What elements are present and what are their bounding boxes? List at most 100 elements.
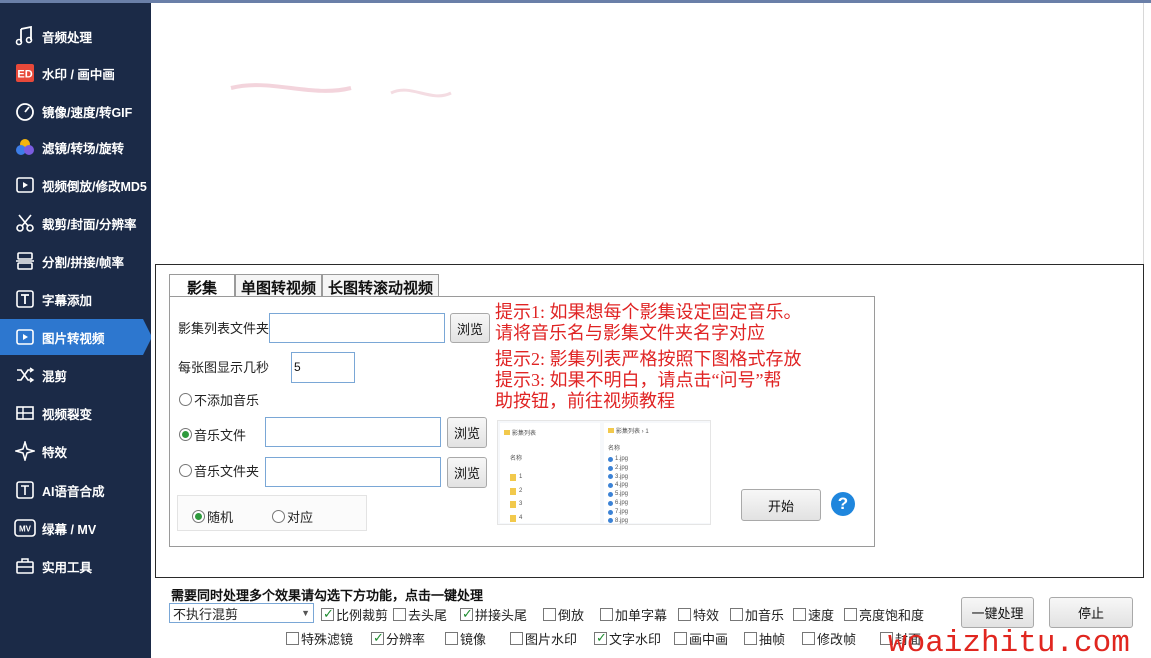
folder-structure-example: 影集列表 名称 1 2 3 4 影集列表 › 1 名称 1.jpg 2.jpg …	[497, 420, 711, 525]
sidebar-item-label: 特效	[42, 445, 68, 460]
mix-mode-value: 不执行混剪	[173, 606, 239, 622]
music-folder-input[interactable]	[265, 457, 441, 487]
sidebar-item-audio[interactable]: 音频处理	[0, 18, 151, 54]
music-file-radio[interactable]: 音乐文件	[179, 425, 246, 444]
checkbox-label: 倒放	[558, 608, 585, 623]
album-folder-input[interactable]	[269, 313, 445, 343]
folder-icon	[510, 501, 516, 509]
folder-icon	[608, 428, 614, 433]
checkbox-frame-extract[interactable]: 抽帧	[744, 629, 785, 648]
checkbox-mirror[interactable]: 镜像	[445, 629, 486, 648]
checkbox-label: 镜像	[460, 632, 487, 647]
sidebar-item-fission[interactable]: 视频裂变	[0, 395, 151, 431]
sidebar-item-split[interactable]: 分割/拼接/帧率	[0, 243, 151, 279]
scrollbar[interactable]	[1143, 3, 1151, 265]
album-browse-button[interactable]: 浏览	[450, 313, 490, 343]
checkbox-add-subtitle[interactable]: 加单字幕	[600, 605, 667, 624]
checkbox-box	[600, 608, 613, 621]
checkbox-label: 抽帧	[759, 632, 786, 647]
tab-single-image[interactable]: 单图转视频	[235, 274, 323, 297]
sidebar-item-effects[interactable]: 特效	[0, 433, 151, 469]
explorer-right-pane: 影集列表 › 1 名称 1.jpg 2.jpg 3.jpg 4.jpg 5.jp…	[604, 423, 710, 524]
checkbox-text-watermark[interactable]: 文字水印	[594, 629, 661, 648]
sidebar-item-green-screen[interactable]: MV 绿幕 / MV	[0, 510, 151, 546]
explorer-left-list: 1 2 3 4	[510, 471, 523, 524]
sidebar-item-label: 图片转视频	[42, 331, 105, 346]
checkbox-reverse[interactable]: 倒放	[543, 605, 584, 624]
checkbox-brightness[interactable]: 亮度饱和度	[844, 605, 924, 624]
music-folder-radio[interactable]: 音乐文件夹	[179, 461, 259, 480]
no-music-radio[interactable]: 不添加音乐	[179, 390, 259, 409]
checkbox-label: 亮度饱和度	[859, 608, 925, 623]
checkbox-effects[interactable]: 特效	[678, 605, 719, 624]
sidebar-item-subtitle[interactable]: 字幕添加	[0, 281, 151, 317]
checkbox-join-ends[interactable]: 拼接头尾	[460, 605, 527, 624]
music-file-input[interactable]	[265, 417, 441, 447]
tab-long-image-scroll[interactable]: 长图转滚动视频	[322, 274, 440, 297]
image-file-icon	[608, 509, 613, 515]
sidebar: 音频处理 ED 水印 / 画中画 镜像/速度/转GIF 滤镜/转场/旋转 视频倒…	[0, 3, 152, 658]
svg-text:ED: ED	[17, 69, 32, 81]
checkbox-box	[321, 606, 334, 622]
mix-mode-select[interactable]: 不执行混剪 ▼	[169, 603, 314, 623]
checkbox-pip[interactable]: 画中画	[674, 629, 728, 648]
hint-line-5: 助按钮，前往视频教程	[495, 391, 675, 411]
sidebar-item-label: 镜像/速度/转GIF	[42, 105, 133, 120]
checkbox-box	[793, 608, 806, 621]
explorer-right-path-text: 影集列表 › 1	[616, 429, 649, 435]
checkbox-label: 文字水印	[609, 632, 662, 647]
faint-background-graphic	[230, 83, 452, 98]
sidebar-item-watermark[interactable]: ED 水印 / 画中画	[0, 55, 151, 91]
tab-album[interactable]: 影集	[169, 274, 236, 298]
list-item: 7.jpg	[608, 508, 628, 517]
music-folder-browse-button[interactable]: 浏览	[447, 457, 487, 488]
svg-text:MV: MV	[19, 525, 32, 534]
sidebar-item-filter[interactable]: 滤镜/转场/旋转	[0, 129, 151, 165]
sidebar-item-mirror-speed[interactable]: 镜像/速度/转GIF	[0, 93, 151, 129]
random-radio[interactable]: 随机	[192, 507, 233, 526]
sidebar-item-mix[interactable]: 混剪	[0, 357, 151, 393]
sidebar-item-tools[interactable]: 实用工具	[0, 548, 151, 584]
checkbox-modify-frame[interactable]: 修改帧	[802, 629, 856, 648]
music-file-label: 音乐文件	[194, 428, 247, 443]
site-watermark: woaizhitu.com	[888, 626, 1130, 658]
sidebar-item-image-to-video[interactable]: 图片转视频	[0, 319, 152, 355]
checkbox-trim-ends[interactable]: 去头尾	[393, 605, 447, 624]
list-item-label: 1.jpg	[615, 456, 629, 462]
sidebar-item-label: AI语音合成	[42, 484, 105, 499]
image-file-icon	[608, 518, 613, 524]
checkbox-add-music[interactable]: 加音乐	[730, 605, 784, 624]
batch-process-title: 需要同时处理多个效果请勾选下方功能，点击一键处理	[171, 588, 484, 603]
image-file-icon	[608, 465, 613, 471]
music-folder-label: 音乐文件夹	[194, 464, 260, 479]
help-question-icon[interactable]: ?	[831, 492, 855, 516]
checkbox-resolution[interactable]: 分辨率	[371, 629, 425, 648]
one-click-process-button[interactable]: 一键处理	[961, 597, 1034, 628]
album-folder-label: 影集列表文件夹	[178, 321, 270, 336]
sidebar-item-label: 水印 / 画中画	[42, 67, 115, 82]
tab-bar: 影集 单图转视频 长图转滚动视频	[169, 274, 440, 298]
hint-line-4: 提示3: 如果不明白，请点击“问号”帮	[495, 370, 782, 390]
match-radio[interactable]: 对应	[272, 507, 313, 526]
checkbox-speed[interactable]: 速度	[793, 605, 834, 624]
music-file-browse-button[interactable]: 浏览	[447, 417, 487, 448]
list-item-label: 4	[519, 514, 523, 521]
checkbox-special-filter[interactable]: 特殊滤镜	[286, 629, 353, 648]
sidebar-item-ai-voice[interactable]: AI语音合成	[0, 472, 151, 508]
checkbox-ratio-crop[interactable]: 比例裁剪	[321, 605, 388, 624]
sidebar-item-label: 视频裂变	[42, 407, 93, 422]
match-label: 对应	[287, 510, 314, 525]
seconds-input[interactable]: 5	[291, 352, 355, 383]
checkbox-label: 拼接头尾	[475, 608, 528, 623]
sidebar-item-reverse[interactable]: 视频倒放/修改MD5	[0, 167, 151, 203]
stop-button[interactable]: 停止	[1049, 597, 1133, 628]
checkbox-box	[844, 608, 857, 621]
explorer-left-path-text: 影集列表	[512, 431, 537, 437]
sidebar-item-crop[interactable]: 裁剪/封面/分辨率	[0, 205, 151, 241]
hint-line-1: 提示1: 如果想每个影集设定固定音乐。	[495, 302, 802, 322]
checkbox-image-watermark[interactable]: 图片水印	[510, 629, 577, 648]
random-label: 随机	[207, 510, 234, 525]
radio-dot	[179, 428, 192, 441]
checkbox-box	[678, 608, 691, 621]
start-button[interactable]: 开始	[741, 489, 821, 521]
